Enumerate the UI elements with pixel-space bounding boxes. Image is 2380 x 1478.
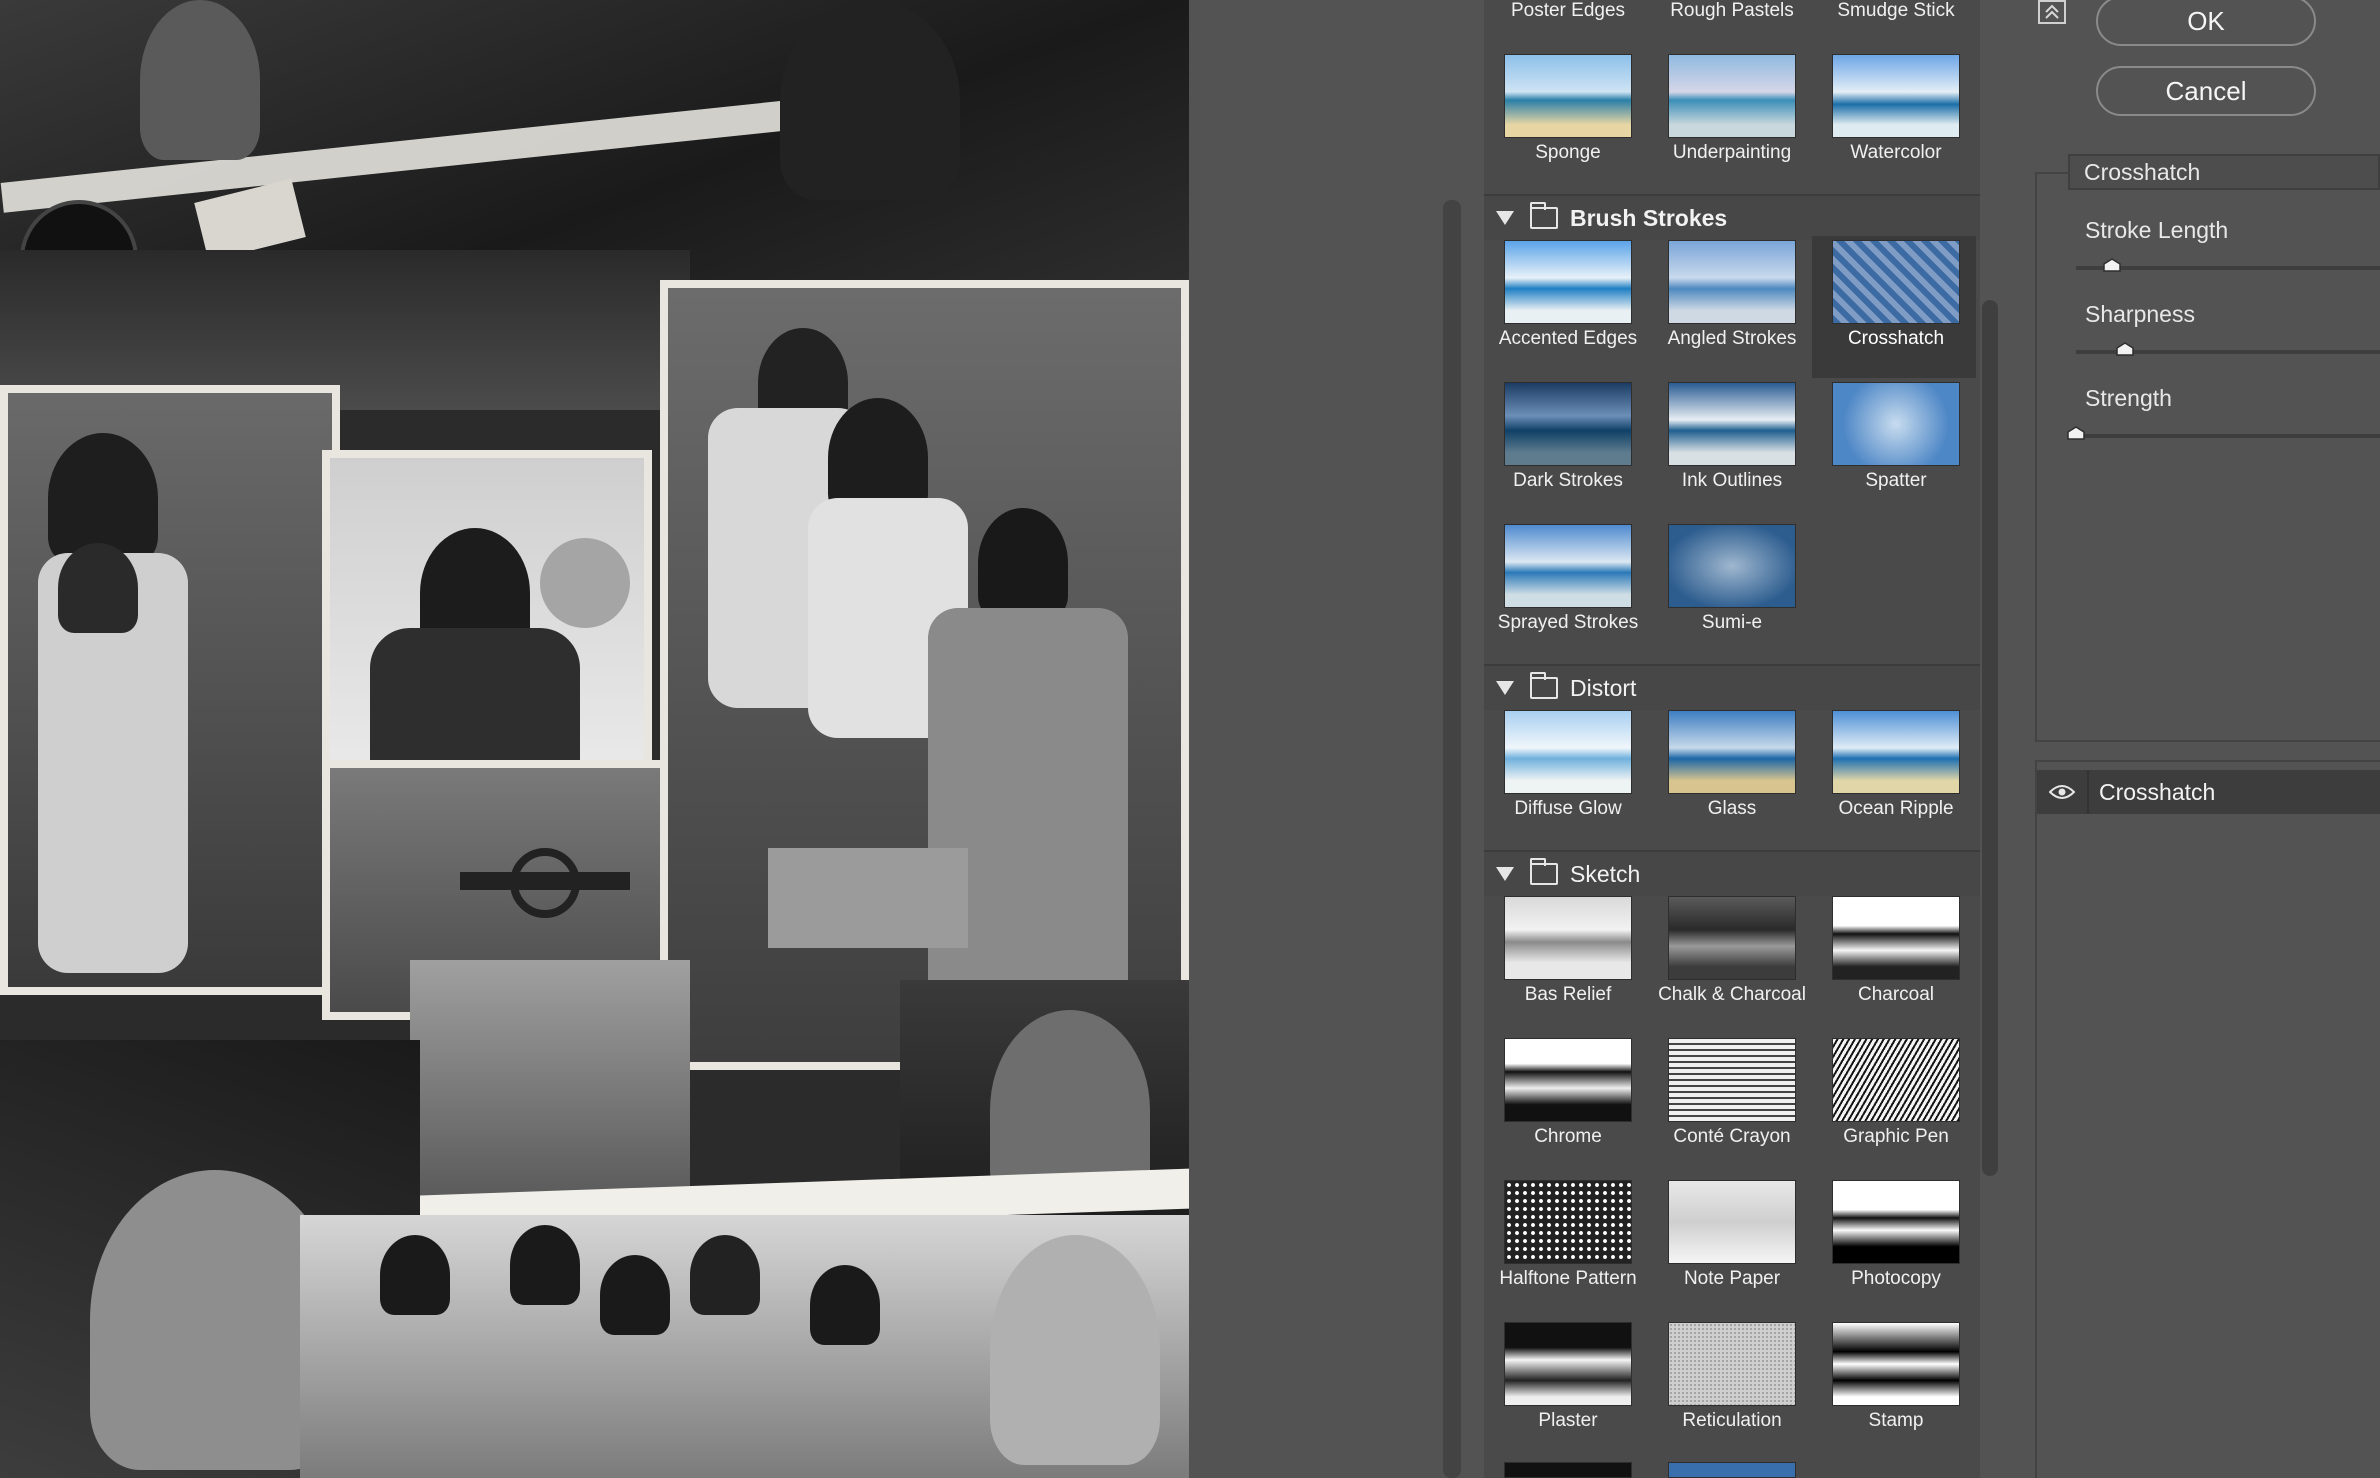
- category-brush-strokes[interactable]: Brush Strokes: [1484, 194, 1980, 240]
- filter-label[interactable]: Chalk & Charcoal: [1650, 984, 1814, 1006]
- sharpness-slider-knob[interactable]: [2115, 342, 2134, 356]
- underpainting-thumbnail[interactable]: [1668, 54, 1796, 138]
- effect-layers-list: [2035, 760, 2380, 1478]
- filter-label[interactable]: Stamp: [1814, 1410, 1978, 1432]
- photo-man-balloon: [322, 450, 652, 775]
- sponge-thumbnail[interactable]: [1504, 54, 1632, 138]
- filter-label[interactable]: Note Paper: [1650, 1268, 1814, 1290]
- note-paper-thumbnail[interactable]: [1668, 1180, 1796, 1264]
- filter-label[interactable]: Spatter: [1814, 470, 1978, 492]
- photocopy-thumbnail[interactable]: [1832, 1180, 1960, 1264]
- crosshatch-thumbnail[interactable]: [1832, 240, 1960, 324]
- filter-label[interactable]: Halftone Pattern: [1486, 1268, 1650, 1290]
- photo-mother-child: [0, 385, 340, 995]
- filter-label[interactable]: Watercolor: [1814, 142, 1978, 164]
- photo-crowd: [410, 960, 690, 1200]
- filter-label[interactable]: Poster Edges: [1486, 0, 1650, 22]
- folder-icon: [1530, 858, 1558, 885]
- filter-label[interactable]: Glass: [1650, 798, 1814, 820]
- category-sketch[interactable]: Sketch: [1484, 850, 1980, 896]
- halftone-pattern-thumbnail[interactable]: [1504, 1180, 1632, 1264]
- preview-scrollbar[interactable]: [1443, 200, 1461, 1478]
- category-name: Distort: [1570, 674, 1637, 701]
- stroke-length-slider-knob[interactable]: [2103, 258, 2122, 272]
- filter-label[interactable]: Sprayed Strokes: [1486, 612, 1650, 634]
- photo-airplane-stairs: [660, 280, 1189, 1070]
- filter-label[interactable]: Reticulation: [1650, 1410, 1814, 1432]
- strength-slider[interactable]: [2076, 434, 2380, 438]
- charcoal-thumbnail[interactable]: [1832, 896, 1960, 980]
- filter-label[interactable]: Plaster: [1486, 1410, 1650, 1432]
- dark-strokes-thumbnail[interactable]: [1504, 382, 1632, 466]
- triangle-down-icon[interactable]: [1496, 681, 1514, 695]
- triangle-down-icon[interactable]: [1496, 867, 1514, 881]
- filter-thumbnail-partial[interactable]: [1668, 1462, 1796, 1478]
- filter-label[interactable]: Dark Strokes: [1486, 470, 1650, 492]
- stamp-thumbnail[interactable]: [1832, 1322, 1960, 1406]
- folder-icon: [1530, 202, 1558, 229]
- filter-label[interactable]: Diffuse Glow: [1486, 798, 1650, 820]
- reticulation-thumbnail[interactable]: [1668, 1322, 1796, 1406]
- filter-label[interactable]: Rough Pastels: [1650, 0, 1814, 22]
- accented-edges-thumbnail[interactable]: [1504, 240, 1632, 324]
- stroke-length-label: Stroke Length: [2085, 217, 2229, 243]
- strength-label: Strength: [2085, 385, 2172, 411]
- eye-icon[interactable]: [2037, 770, 2089, 814]
- category-distort[interactable]: Distort: [1484, 664, 1980, 710]
- bas-relief-thumbnail[interactable]: [1504, 896, 1632, 980]
- category-name: Brush Strokes: [1570, 204, 1728, 231]
- filter-select[interactable]: Crosshatch: [2068, 154, 2380, 190]
- triangle-down-icon[interactable]: [1496, 211, 1514, 225]
- stroke-length-slider[interactable]: [2076, 266, 2380, 270]
- ocean-ripple-thumbnail[interactable]: [1832, 710, 1960, 794]
- ok-button[interactable]: OK: [2096, 0, 2316, 46]
- watercolor-thumbnail[interactable]: [1832, 54, 1960, 138]
- filter-label[interactable]: Chrome: [1486, 1126, 1650, 1148]
- chrome-thumbnail[interactable]: [1504, 1038, 1632, 1122]
- filter-label[interactable]: Photocopy: [1814, 1268, 1978, 1290]
- filter-label[interactable]: Sumi-e: [1650, 612, 1814, 634]
- diffuse-glow-thumbnail[interactable]: [1504, 710, 1632, 794]
- filter-label[interactable]: Conté Crayon: [1650, 1126, 1814, 1148]
- filter-label[interactable]: Sponge: [1486, 142, 1650, 164]
- sharpness-label: Sharpness: [2085, 301, 2195, 327]
- filter-label[interactable]: Crosshatch: [1814, 328, 1978, 350]
- image-preview[interactable]: [0, 0, 1189, 1478]
- graphic-pen-thumbnail[interactable]: [1832, 1038, 1960, 1122]
- effect-layer-name: Crosshatch: [2099, 778, 2216, 805]
- gallery-scrollbar[interactable]: [1982, 300, 1998, 1176]
- conte-crayon-thumbnail[interactable]: [1668, 1038, 1796, 1122]
- plaster-thumbnail[interactable]: [1504, 1322, 1632, 1406]
- spatter-thumbnail[interactable]: [1832, 382, 1960, 466]
- category-name: Sketch: [1570, 860, 1641, 887]
- filter-label[interactable]: Underpainting: [1650, 142, 1814, 164]
- filter-gallery: Poster Edges Rough Pastels Smudge Stick …: [1484, 0, 1980, 1478]
- chalk-charcoal-thumbnail[interactable]: [1668, 896, 1796, 980]
- effect-layer-row[interactable]: Crosshatch: [2037, 770, 2380, 814]
- ink-outlines-thumbnail[interactable]: [1668, 382, 1796, 466]
- sprayed-strokes-thumbnail[interactable]: [1504, 524, 1632, 608]
- filter-label[interactable]: Graphic Pen: [1814, 1126, 1978, 1148]
- filter-label[interactable]: Ink Outlines: [1650, 470, 1814, 492]
- filter-thumbnail-partial[interactable]: [1504, 1462, 1632, 1478]
- filter-parameters-box: [2035, 172, 2380, 742]
- filter-label[interactable]: Smudge Stick: [1814, 0, 1978, 22]
- cancel-button[interactable]: Cancel: [2096, 66, 2316, 116]
- collapse-up-icon[interactable]: [2038, 0, 2066, 24]
- filter-label[interactable]: Bas Relief: [1486, 984, 1650, 1006]
- glass-thumbnail[interactable]: [1668, 710, 1796, 794]
- angled-strokes-thumbnail[interactable]: [1668, 240, 1796, 324]
- sumi-e-thumbnail[interactable]: [1668, 524, 1796, 608]
- folder-icon: [1530, 672, 1558, 699]
- filter-label[interactable]: Ocean Ripple: [1814, 798, 1978, 820]
- photo-band: [300, 1215, 1189, 1478]
- photo-figure: [780, 0, 960, 200]
- filter-label[interactable]: Charcoal: [1814, 984, 1978, 1006]
- filter-label[interactable]: Accented Edges: [1486, 328, 1650, 350]
- filter-label[interactable]: Angled Strokes: [1650, 328, 1814, 350]
- strength-slider-knob[interactable]: [2067, 426, 2085, 440]
- photo-figure: [140, 0, 260, 160]
